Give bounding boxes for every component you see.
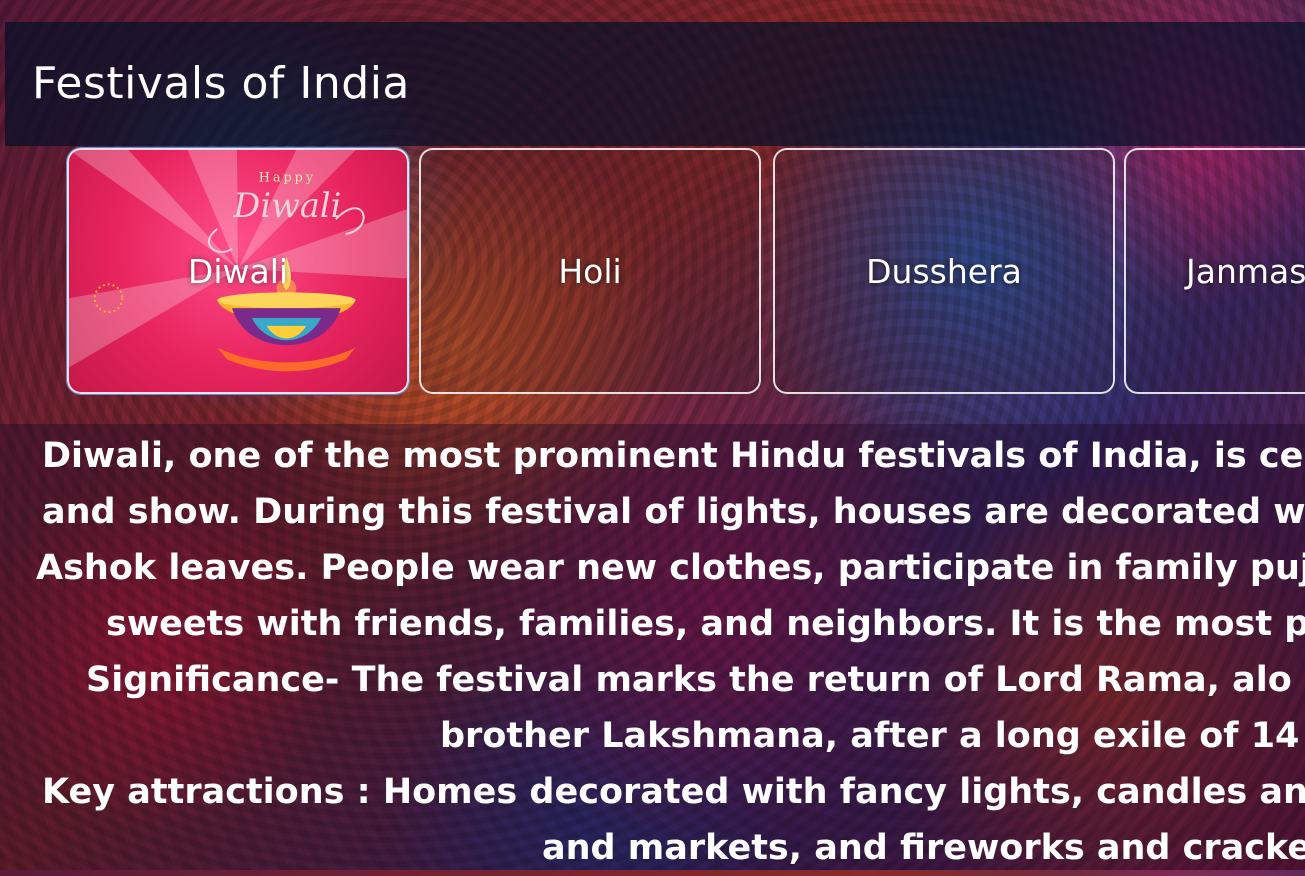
- description-line: Diwali, one of the most prominent Hindu …: [42, 436, 1304, 476]
- description-line: sweets with friends, families, and neigh…: [106, 604, 1305, 644]
- description-line: Key attractions : Homes decorated with f…: [42, 772, 1305, 812]
- festival-card-label: Janmas: [1186, 251, 1305, 291]
- festival-card-label: Holi: [558, 251, 622, 291]
- svg-text:Happy: Happy: [259, 171, 316, 186]
- description-line: and markets, and fireworks and cracke: [542, 828, 1305, 868]
- description-line: Significance- The festival marks the ret…: [86, 660, 1292, 700]
- description-line: and show. During this festival of lights…: [42, 492, 1305, 532]
- festival-card-dusshera[interactable]: Dusshera: [773, 148, 1115, 394]
- festival-card-diwali[interactable]: Happy Diwali Diwali: [66, 147, 410, 395]
- festival-card-label: Diwali: [187, 251, 289, 291]
- festival-card-label: Dusshera: [866, 251, 1022, 291]
- description-line: Ashok leaves. People wear new clothes, p…: [36, 548, 1305, 588]
- festival-card-janmas[interactable]: Janmas: [1124, 148, 1305, 394]
- svg-text:Diwali: Diwali: [232, 186, 341, 225]
- festival-card-holi[interactable]: Holi: [419, 148, 761, 394]
- page-title: Festivals of India: [32, 58, 410, 109]
- description-line: brother Lakshmana, after a long exile of…: [440, 716, 1300, 756]
